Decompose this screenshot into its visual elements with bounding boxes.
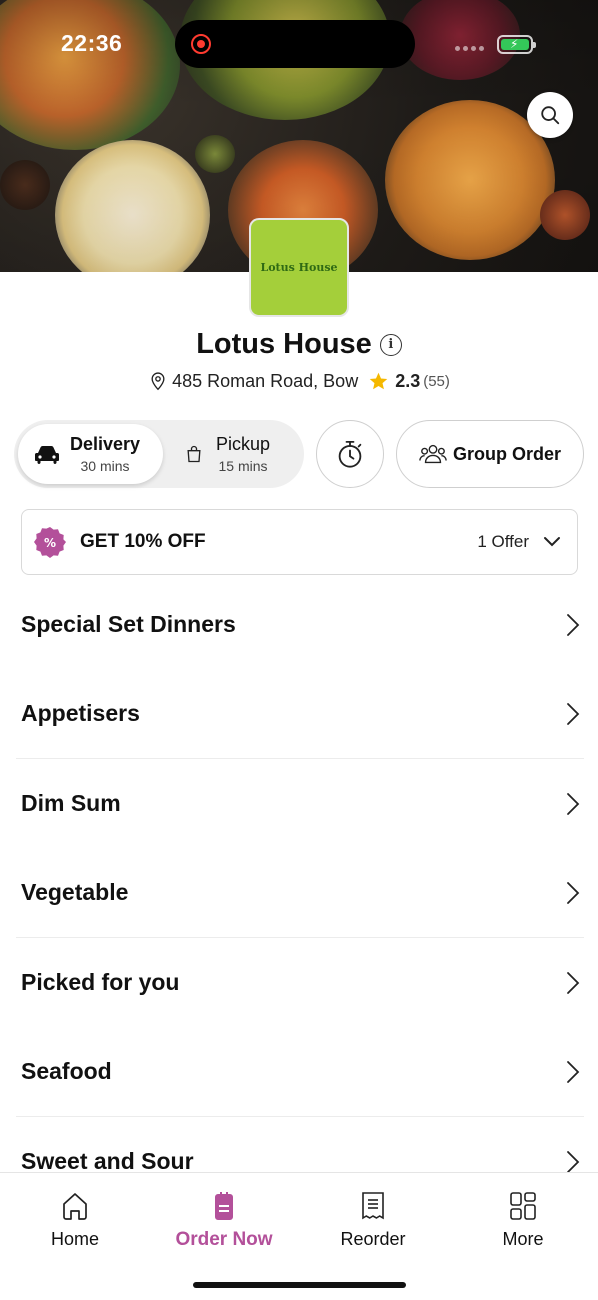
receipt-icon	[362, 1192, 384, 1220]
search-button[interactable]	[527, 92, 573, 138]
nav-order-now[interactable]: Order Now	[149, 1191, 299, 1251]
chevron-right-icon	[567, 702, 580, 725]
search-icon	[541, 106, 560, 125]
home-icon	[63, 1193, 87, 1220]
restaurant-address: 485 Roman Road, Bow	[172, 370, 359, 391]
category-label: Appetisers	[21, 700, 140, 727]
delivery-option[interactable]: Delivery 30 mins	[18, 424, 163, 484]
nav-more[interactable]: More	[448, 1191, 598, 1250]
schedule-button[interactable]	[316, 420, 384, 488]
fulfilment-toggle: Delivery 30 mins Pickup 15 mins	[14, 420, 304, 488]
category-label: Special Set Dinners	[21, 611, 236, 638]
logo-text: Lotus House	[260, 261, 338, 274]
restaurant-logo: Lotus House	[249, 218, 349, 317]
car-icon	[35, 446, 59, 464]
nav-order-now-label: Order Now	[175, 1229, 273, 1250]
order-icon	[215, 1192, 233, 1220]
bag-icon	[187, 445, 201, 463]
pickup-time: 15 mins	[218, 458, 268, 474]
category-item[interactable]: Seafood	[16, 1028, 584, 1117]
chevron-right-icon	[567, 971, 580, 994]
restaurant-name: Lotus House	[196, 328, 372, 360]
category-item[interactable]: Picked for you	[16, 938, 584, 1028]
group-order-label: Group Order	[452, 443, 561, 464]
dynamic-island	[175, 20, 415, 68]
category-list: Special Set Dinners Appetisers Dim Sum V…	[16, 580, 584, 1207]
category-label: Dim Sum	[21, 790, 121, 817]
offer-card[interactable]: % GET 10% OFF 1 Offer	[21, 509, 578, 575]
pickup-option[interactable]: Pickup 15 mins	[184, 424, 299, 484]
discount-badge-icon: %	[34, 527, 66, 558]
chevron-right-icon	[567, 1150, 580, 1173]
delivery-label: Delivery	[70, 434, 141, 454]
timer-icon	[338, 440, 362, 468]
offer-count: 1 Offer	[477, 532, 529, 551]
rating-value: 2.3	[395, 370, 421, 391]
category-label: Picked for you	[21, 969, 180, 996]
nav-more-label: More	[502, 1229, 544, 1249]
category-item[interactable]: Special Set Dinners	[16, 580, 584, 670]
chevron-right-icon	[567, 881, 580, 904]
chevron-right-icon	[567, 1060, 580, 1083]
chevron-right-icon	[567, 613, 580, 636]
group-order-button[interactable]: Group Order	[396, 420, 584, 488]
nav-reorder[interactable]: Reorder	[298, 1191, 448, 1250]
delivery-time: 30 mins	[80, 458, 130, 474]
rating-count: (55)	[423, 372, 450, 390]
group-icon	[419, 444, 447, 464]
status-time: 22:36	[61, 30, 123, 56]
category-label: Seafood	[21, 1058, 112, 1085]
restaurant-header: Lotus House i	[0, 328, 598, 361]
category-item[interactable]: Appetisers	[16, 670, 584, 759]
pickup-label: Pickup	[216, 434, 271, 454]
info-icon[interactable]: i	[379, 333, 402, 356]
nav-reorder-label: Reorder	[340, 1229, 406, 1249]
nav-home-label: Home	[50, 1229, 99, 1249]
nav-home[interactable]: Home	[0, 1191, 150, 1250]
category-label: Vegetable	[21, 879, 129, 906]
bottom-nav: Home Order Now Reorder More	[0, 1172, 598, 1300]
battery-icon: ⚡	[497, 35, 536, 54]
grid-icon	[510, 1192, 536, 1220]
offer-title: GET 10% OFF	[80, 531, 206, 552]
chevron-right-icon	[567, 792, 580, 815]
category-item[interactable]: Vegetable	[16, 849, 584, 938]
svg-text:%: %	[44, 536, 56, 550]
home-indicator[interactable]	[193, 1282, 406, 1288]
star-icon	[369, 372, 388, 389]
signal-icon	[455, 46, 484, 51]
category-item[interactable]: Dim Sum	[16, 759, 584, 849]
recording-icon	[191, 34, 211, 54]
location-pin-icon	[151, 372, 165, 391]
chevron-down-icon	[544, 537, 560, 547]
restaurant-meta: 485 Roman Road, Bow 2.3 (55)	[0, 370, 598, 392]
